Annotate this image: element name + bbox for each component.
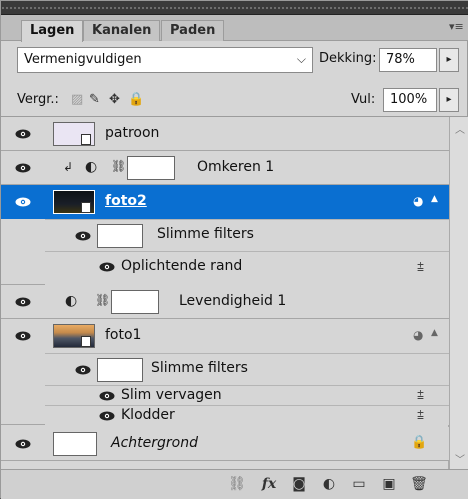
layer-name: Omkeren 1	[197, 159, 275, 175]
smart-filters-row[interactable]: Slimme filters	[45, 353, 449, 385]
layer-name: Achtergrond	[111, 435, 198, 451]
collapse-triangle-icon[interactable]: ▲	[431, 328, 438, 338]
tab-paths[interactable]: Paden	[161, 20, 225, 41]
panel-menu-icon[interactable]: ▾≡	[449, 21, 464, 33]
lock-label: Vergr.:	[17, 92, 59, 107]
trash-icon[interactable]: 🗑	[409, 476, 429, 492]
scroll-down-icon[interactable]: ﹀	[454, 451, 466, 466]
layer-mask-thumbnail	[127, 156, 175, 180]
adjustment-circle-icon: ◐	[65, 293, 78, 309]
eye-icon[interactable]	[75, 231, 91, 241]
adjustment-circle-icon: ◐	[85, 159, 98, 175]
smart-filter-indicator-icon: ◕	[413, 328, 424, 342]
eye-icon[interactable]	[75, 365, 91, 375]
layer-group-foto2: foto2 ◕ ▲ Slimme filters Oplichtende ran…	[1, 185, 449, 285]
chain-link-icon[interactable]: ⛓	[95, 293, 110, 307]
clipping-arrow-icon: ↲	[63, 160, 74, 174]
lock-icon: 🔒	[411, 435, 428, 450]
eye-icon[interactable]	[99, 262, 115, 272]
layer-name: foto2	[105, 193, 147, 209]
eye-icon[interactable]	[99, 391, 115, 401]
filter-name: Oplichtende rand	[121, 258, 243, 274]
layer-thumbnail	[53, 432, 97, 456]
filter-mask-thumbnail	[97, 224, 143, 248]
blend-mode-value: Vermenigvuldigen	[24, 52, 142, 67]
add-mask-icon[interactable]: ◙	[289, 476, 309, 492]
lock-transparency-icon[interactable]: ▨	[71, 92, 83, 107]
collapse-triangle-icon[interactable]: ▲	[431, 194, 438, 204]
opacity-arrow-button[interactable]: ▸	[439, 48, 459, 72]
layer-mask-thumbnail	[111, 290, 159, 314]
eye-icon[interactable]	[15, 297, 31, 307]
lock-all-icon[interactable]: 🔒	[128, 92, 144, 107]
eye-icon[interactable]	[15, 331, 31, 341]
bottom-toolbar: ⛓ fx ◙ ◐ ▭ ▣ 🗑	[1, 469, 468, 499]
smart-filters-label: Slimme filters	[157, 226, 254, 242]
new-adjustment-layer-icon[interactable]: ◐	[319, 476, 339, 492]
smart-filters-row[interactable]: Slimme filters	[45, 219, 449, 251]
blending-options-icon[interactable]: ⩲	[417, 388, 424, 403]
smart-filter-indicator-icon: ◕	[413, 194, 424, 208]
opacity-field[interactable]: 78%	[379, 48, 437, 72]
layer-row[interactable]: patroon	[1, 117, 449, 151]
eye-icon[interactable]	[15, 439, 31, 449]
blend-mode-select[interactable]: Vermenigvuldigen ⌵	[17, 47, 313, 73]
filter-name: Klodder	[121, 407, 175, 423]
layer-row[interactable]: foto1 ◕ ▲	[1, 319, 449, 353]
layer-row[interactable]: ◐ ⛓ Levendigheid 1	[1, 285, 449, 319]
fx-icon[interactable]: fx	[259, 476, 279, 492]
eye-icon[interactable]	[15, 129, 31, 139]
tab-channels[interactable]: Kanalen	[83, 20, 161, 41]
layer-row-selected[interactable]: foto2 ◕ ▲	[1, 185, 449, 219]
lock-position-move-icon[interactable]: ✥	[109, 92, 120, 107]
layers-panel: Lagen Kanalen Paden ▾≡ Vermenigvuldigen …	[0, 0, 468, 499]
chain-link-icon[interactable]: ⛓	[111, 159, 126, 173]
filter-row[interactable]: Oplichtende rand ⩲	[45, 251, 449, 285]
blending-options-icon[interactable]: ⩲	[417, 408, 424, 423]
filter-name: Slim vervagen	[121, 387, 222, 403]
blending-options-icon[interactable]: ⩲	[417, 260, 424, 275]
fill-arrow-button[interactable]: ▸	[439, 88, 459, 112]
lock-pixels-brush-icon[interactable]: ✎	[89, 92, 100, 107]
chevron-down-icon: ⌵	[296, 52, 306, 66]
panel-grip-bar[interactable]	[1, 1, 468, 15]
smart-object-badge-icon	[81, 336, 91, 347]
tab-layers[interactable]: Lagen	[21, 20, 84, 42]
eye-icon[interactable]	[15, 197, 31, 207]
smart-object-badge-icon	[81, 134, 91, 145]
eye-icon[interactable]	[99, 411, 115, 421]
layer-name: patroon	[105, 125, 160, 141]
eye-icon[interactable]	[15, 163, 31, 173]
layers-scrollbar[interactable]: ︿ ﹀	[449, 117, 468, 469]
lock-row: Vergr.: ▨ ✎ ✥ 🔒 Vul: 100% ▸	[1, 83, 468, 117]
opacity-label: Dekking:	[319, 51, 377, 66]
filter-mask-thumbnail	[97, 358, 143, 382]
scroll-up-icon[interactable]: ︿	[454, 121, 466, 136]
layer-name: Levendigheid 1	[179, 293, 287, 309]
filter-row[interactable]: Slim vervagen ⩲	[45, 385, 449, 405]
smart-filters-label: Slimme filters	[151, 360, 248, 376]
panel-tabs: Lagen Kanalen Paden ▾≡	[1, 15, 468, 42]
layer-name: foto1	[105, 327, 142, 343]
layer-row[interactable]: Achtergrond 🔒	[1, 427, 449, 461]
layers-list: patroon ↲ ◐ ⛓ Omkeren 1 foto2 ◕ ▲ Slimme…	[1, 117, 449, 469]
link-layers-icon[interactable]: ⛓	[227, 476, 247, 492]
fill-field[interactable]: 100%	[383, 88, 437, 112]
new-layer-icon[interactable]: ▣	[379, 476, 399, 492]
fill-label: Vul:	[351, 92, 376, 107]
layer-row[interactable]: ↲ ◐ ⛓ Omkeren 1	[1, 151, 449, 185]
smart-object-badge-icon	[81, 202, 91, 213]
new-group-folder-icon[interactable]: ▭	[349, 476, 369, 492]
filter-row[interactable]: Klodder ⩲	[45, 405, 449, 425]
layer-group-foto1: foto1 ◕ ▲ Slimme filters Slim vervagen ⩲…	[1, 319, 449, 425]
